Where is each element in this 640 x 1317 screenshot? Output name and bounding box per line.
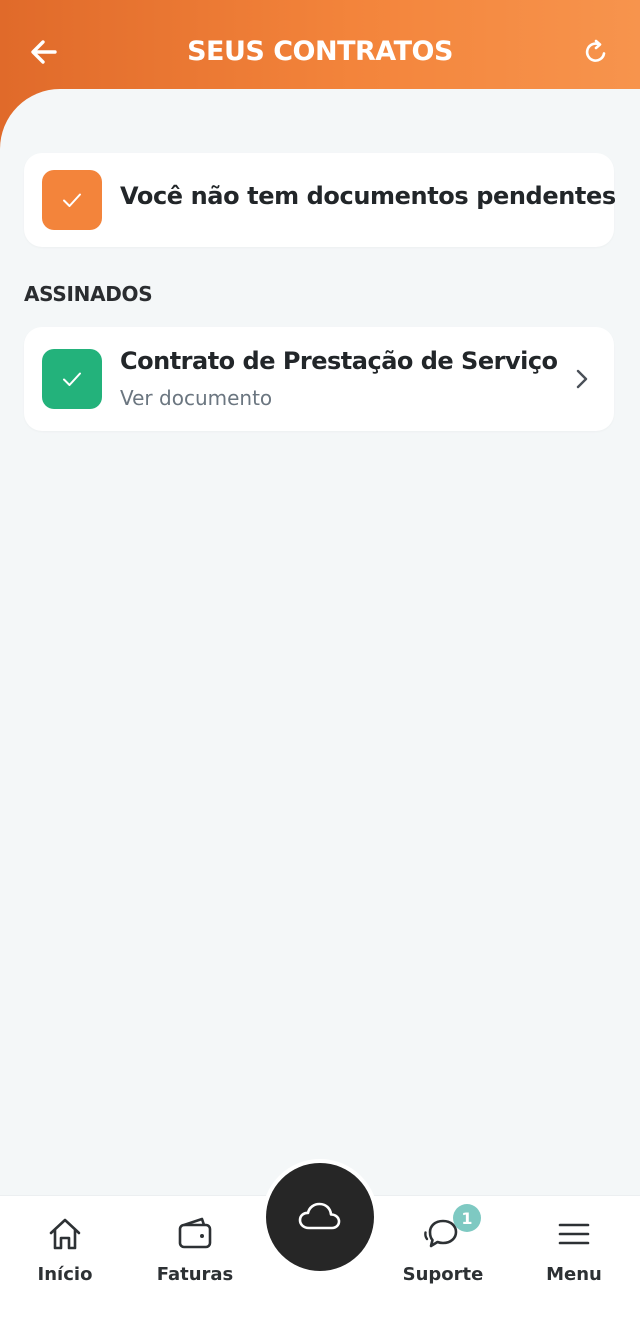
nav-item-support[interactable]: 1 Suporte xyxy=(388,1204,498,1285)
nav-label-support: Suporte xyxy=(402,1264,484,1285)
nav-label-menu: Menu xyxy=(546,1264,602,1285)
nav-label-invoices: Faturas xyxy=(156,1264,234,1285)
contract-title: Contrato de Prestação de Serviço xyxy=(120,347,558,375)
check-icon xyxy=(63,372,81,386)
pending-documents-card: Você não tem documentos pendentes xyxy=(24,153,616,247)
signed-status-box xyxy=(42,349,102,409)
nav-item-menu[interactable]: Menu xyxy=(519,1214,629,1285)
refresh-button[interactable] xyxy=(574,30,618,74)
pending-message: Você não tem documentos pendentes xyxy=(120,182,616,210)
content-area: Você não tem documentos pendentes ASSINA… xyxy=(0,89,640,1195)
check-icon xyxy=(63,193,81,207)
home-icon xyxy=(45,1214,85,1254)
page-title: SEUS CONTRATOS xyxy=(187,36,453,67)
nav-label-home: Início xyxy=(37,1264,93,1285)
refresh-icon xyxy=(585,39,606,62)
wallet-icon xyxy=(175,1214,215,1254)
section-label-signed: ASSINADOS xyxy=(24,282,153,306)
nav-item-invoices[interactable]: Faturas xyxy=(140,1214,250,1285)
view-document-link[interactable]: Ver documento xyxy=(120,386,272,410)
signed-contract-item[interactable]: Contrato de Prestação de Serviço Ver doc… xyxy=(24,327,614,431)
nav-item-home[interactable]: Início xyxy=(10,1214,120,1285)
chevron-right-icon xyxy=(570,365,594,393)
app-screen: SEUS CONTRATOS Você não tem documentos p… xyxy=(0,0,640,1317)
chat-bubbles-icon: 1 xyxy=(423,1204,481,1254)
cloud-action-button[interactable] xyxy=(266,1163,374,1271)
menu-icon xyxy=(554,1214,594,1254)
cloud-icon xyxy=(298,1202,341,1230)
pending-status-box xyxy=(42,170,102,230)
notification-badge: 1 xyxy=(453,1204,481,1232)
